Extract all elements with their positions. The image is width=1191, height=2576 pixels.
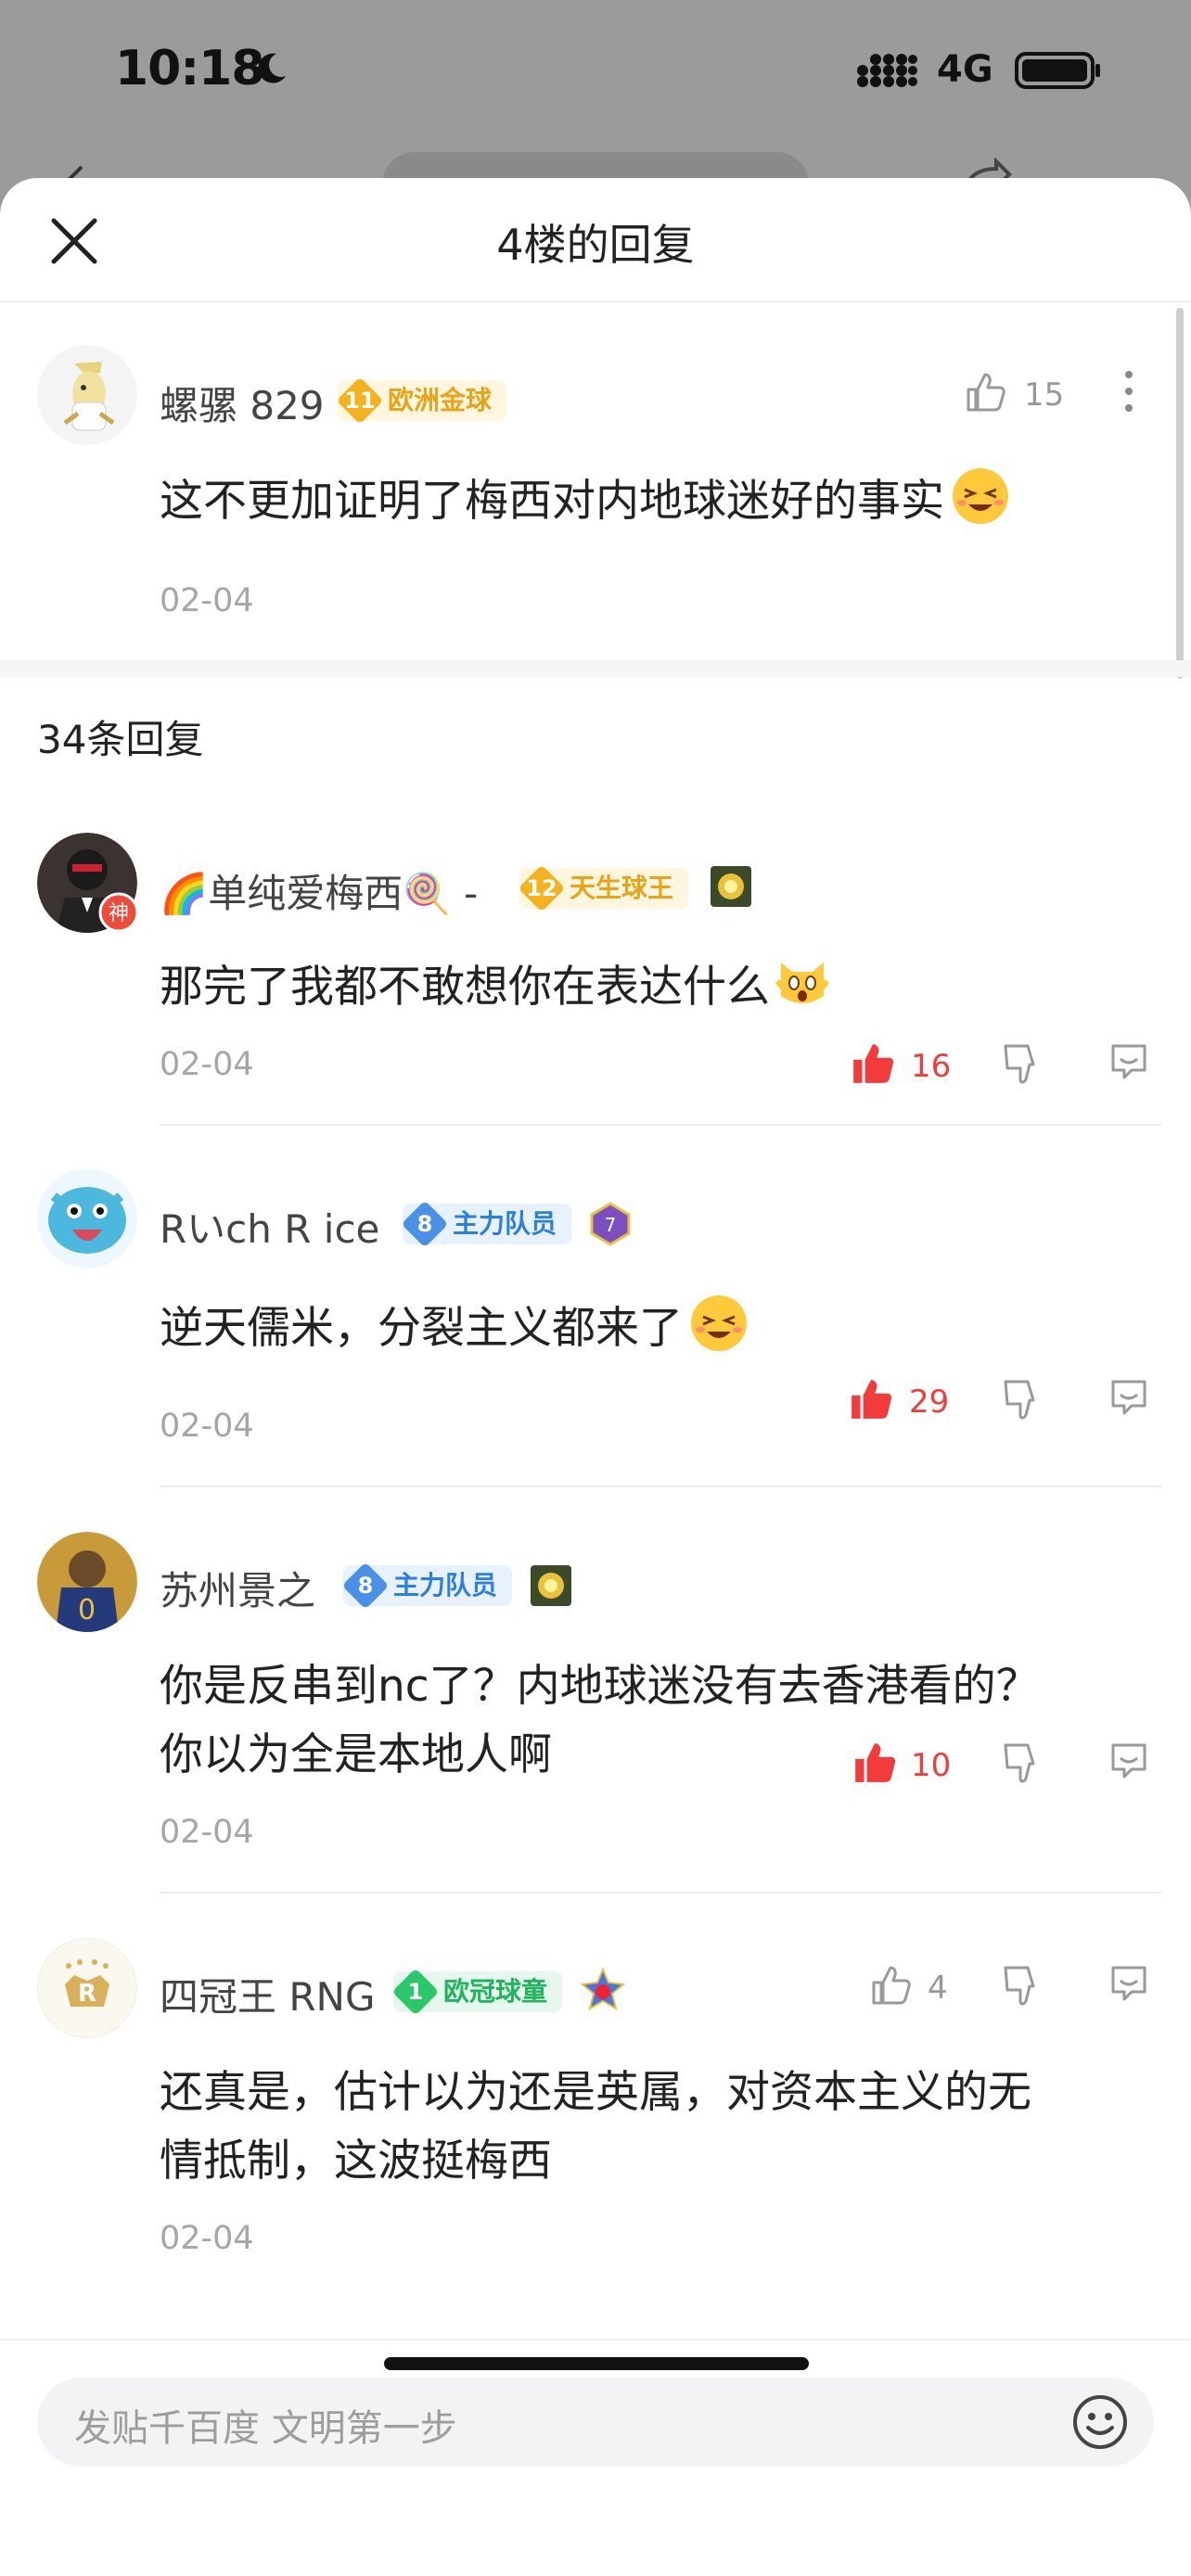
replies-sheet: 4楼的回复 螺骡 829 11 欧洲金球 15 这不更加证明了梅西对内地球迷好的… xyxy=(0,178,1191,2576)
level-badge[interactable]: 1 欧冠球童 xyxy=(391,1968,563,2016)
svg-text:0: 0 xyxy=(78,1594,96,1626)
reply-text: 还真是，估计以为还是英属，对资本主义的无 情抵制，这波挺梅西 xyxy=(160,2059,1031,2196)
svg-text:R: R xyxy=(78,1980,96,2008)
god-tag-icon: 神 xyxy=(98,892,139,933)
network-type: 4G xyxy=(937,48,993,91)
thumb-up-icon[interactable] xyxy=(963,369,1007,414)
shocked-cat-emoji-icon xyxy=(775,963,830,1003)
avatar-tag: 神 xyxy=(109,902,129,925)
reply-divider xyxy=(160,1486,1161,1487)
badge-level: 8 xyxy=(416,1211,433,1237)
emoji-icon[interactable] xyxy=(1070,2392,1130,2452)
thumb-up-filled-icon[interactable] xyxy=(848,1376,894,1422)
thumb-down-icon[interactable] xyxy=(1002,1042,1044,1087)
thumb-down-icon[interactable] xyxy=(1002,1964,1044,2009)
like-count: 4 xyxy=(928,1970,948,2007)
comment-placeholder: 发贴千百度 文明第一步 xyxy=(74,2407,457,2450)
level-badge[interactable]: 8 主力队员 xyxy=(401,1200,572,1248)
svg-text:7: 7 xyxy=(605,1214,617,1236)
avatar[interactable]: 0 xyxy=(37,1532,137,1632)
badge-label: 主力队员 xyxy=(393,1570,498,1600)
reply-text-line: 还真是，估计以为还是英属，对资本主义的无 xyxy=(160,2067,1031,2118)
badge-label: 欧洲金球 xyxy=(388,385,493,415)
more-icon[interactable] xyxy=(1115,367,1143,415)
badge-label: 欧冠球童 xyxy=(443,1976,548,2007)
reply-text: 逆天儒米，分裂主义都来了 xyxy=(160,1293,749,1363)
medal-icon xyxy=(531,1565,571,1606)
sheet-header: 4楼的回复 xyxy=(0,178,1191,302)
reply-text: 你是反串到nc了？内地球迷没有去香港看的？ 你以为全是本地人啊 xyxy=(160,1652,1040,1790)
scroll-indicator[interactable] xyxy=(1176,308,1184,679)
rank-star-icon xyxy=(581,1968,625,2011)
reply-text-content: 那完了我都不敢想你在表达什么 xyxy=(160,962,770,1013)
badge-level: 1 xyxy=(407,1979,424,2005)
reply-date: 02-04 xyxy=(160,1408,254,1445)
reply-text-line: 你是反串到nc了？内地球迷没有去香港看的？ xyxy=(160,1661,1040,1712)
post-text-content: 这不更加证明了梅西对内地球迷好的事实 xyxy=(160,476,944,527)
thumb-up-filled-icon[interactable] xyxy=(850,1040,896,1087)
signal-icon xyxy=(857,54,917,87)
reply-date: 02-04 xyxy=(160,1046,254,1083)
avatar[interactable]: R xyxy=(37,1938,137,2038)
reply-icon[interactable] xyxy=(1108,1376,1150,1419)
like-count: 15 xyxy=(1024,376,1065,414)
badge-label: 天生球王 xyxy=(570,873,674,903)
reply-icon[interactable] xyxy=(1108,1962,1150,2005)
level-badge[interactable]: 11 欧洲金球 xyxy=(336,376,507,425)
avatar[interactable] xyxy=(37,345,137,445)
username[interactable]: 四冠王 RNG xyxy=(160,1966,376,2022)
thumb-down-icon[interactable] xyxy=(1002,1378,1044,1422)
username[interactable]: Rいch R ice xyxy=(160,1198,379,1255)
rank-badge-icon: 7 xyxy=(590,1202,631,1246)
level-badge[interactable]: 8 主力队员 xyxy=(341,1562,513,1610)
badge-level: 8 xyxy=(357,1573,374,1599)
badge-label: 主力队员 xyxy=(453,1208,557,1239)
medal-icon xyxy=(711,866,751,907)
reply-date: 02-04 xyxy=(160,1814,254,1851)
post-date: 02-04 xyxy=(160,582,254,619)
username[interactable]: 螺骡 829 xyxy=(160,375,325,431)
squint-laugh-emoji-icon xyxy=(691,1295,747,1351)
section-divider xyxy=(0,660,1191,677)
replies-count: 34条回复 xyxy=(37,717,204,762)
squint-laugh-emoji-icon xyxy=(953,468,1008,524)
like-count: 16 xyxy=(911,1048,952,1085)
reply-text-line: 你以为全是本地人啊 xyxy=(160,1729,552,1780)
thumb-up-icon[interactable] xyxy=(868,1962,913,2007)
battery-icon xyxy=(1015,52,1100,89)
reply-icon[interactable] xyxy=(1108,1040,1150,1083)
reply-date: 02-04 xyxy=(160,2220,254,2257)
username[interactable]: 🌈单纯爱梅西🍭 - xyxy=(160,862,478,919)
reply-text: 那完了我都不敢想你在表达什么 xyxy=(160,953,831,1022)
reply-divider xyxy=(160,1124,1161,1126)
home-indicator[interactable] xyxy=(384,2357,809,2370)
moon-icon xyxy=(258,53,286,83)
badge-level: 12 xyxy=(526,875,557,901)
avatar[interactable] xyxy=(37,1168,137,1269)
reply-text-content: 逆天儒米，分裂主义都来了 xyxy=(160,1303,683,1354)
comment-input[interactable]: 发贴千百度 文明第一步 xyxy=(37,2378,1154,2467)
post-text: 这不更加证明了梅西对内地球迷好的事实 xyxy=(160,465,1011,536)
reply-icon[interactable] xyxy=(1108,1740,1150,1782)
reply-text-line: 情抵制，这波挺梅西 xyxy=(160,2136,552,2187)
status-time: 10:18 xyxy=(115,41,265,96)
status-bar: 10:18 4G xyxy=(0,0,1191,139)
username[interactable]: 苏州景之 xyxy=(160,1560,315,1616)
sheet-title: 4楼的回复 xyxy=(496,220,695,270)
like-count: 29 xyxy=(909,1384,950,1421)
badge-level: 11 xyxy=(344,388,376,414)
comment-input-bar: 发贴千百度 文明第一步 xyxy=(0,2339,1191,2576)
reply-divider xyxy=(160,1892,1161,1894)
level-badge[interactable]: 12 天生球王 xyxy=(518,864,689,912)
